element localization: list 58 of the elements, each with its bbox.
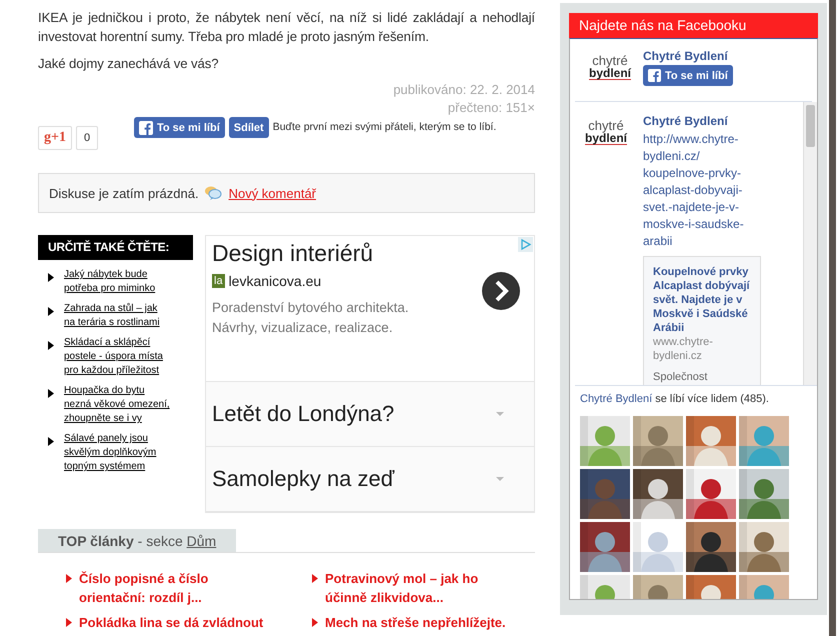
page-name-link[interactable]: Chytré Bydlení — [643, 49, 733, 63]
speech-bubble-icon — [204, 185, 222, 201]
article-paragraph: IKEA je jedničkou i proto, že nábytek není věcí, na níž si lidé zakládají a nehodlají investovat horentní sumy. Třeba pro mladé je proto jasným řešením. — [38, 9, 535, 46]
bullet-icon — [48, 307, 54, 316]
caret-icon — [496, 477, 504, 481]
ad-description: Poradenství bytového architekta. Návrhy, vizualizace, realizace. — [212, 299, 410, 337]
article-link[interactable]: Sálavé panely jsou skvělým doplňkovým topným systémem — [64, 432, 171, 474]
bullet-icon — [66, 574, 72, 583]
widget-header: Najdete nás na Facebooku — [569, 13, 818, 38]
fans-count-text: se líbí více lidem (485). — [655, 393, 769, 405]
article-link[interactable]: Houpačka do bytu nezná věkové omezení, zhoupněte se i vy — [64, 384, 171, 426]
bullet-icon — [48, 273, 54, 282]
page-logo: chytré bydlení — [584, 117, 628, 147]
section-tab[interactable]: TOP články - sekce Dům — [38, 529, 236, 552]
section-heading: URČITĚ TAKÉ ČTĚTE: — [38, 235, 193, 260]
article-link[interactable]: Potravinový mol – jak ho účinně zlikvidova... — [325, 569, 512, 607]
facebook-icon — [648, 69, 661, 82]
article-link[interactable]: Mech na střeše nepřehlížejte. — [325, 613, 506, 632]
bullet-icon — [48, 389, 54, 398]
like-button[interactable]: To se mi líbí — [134, 117, 225, 138]
ad-choices-icon — [518, 237, 533, 252]
page-logo: chytré bydlení — [588, 52, 632, 82]
article-link[interactable]: Číslo popisné a číslo orientační: rozdíl j... — [79, 569, 266, 607]
bullet-icon — [312, 574, 318, 583]
post-author[interactable]: Chytré Bydlení — [643, 114, 761, 128]
share-button[interactable]: Sdílet — [228, 117, 269, 138]
article-link[interactable]: Jaký nábytek bude potřeba pro miminko — [64, 268, 171, 296]
new-comment-link[interactable]: Nový komentář — [228, 186, 316, 200]
publish-date: publikováno: 22. 2. 2014 — [392, 81, 535, 99]
ad-domain: levkanicova.eu — [228, 273, 322, 289]
article-link[interactable]: Pokládka lina se dá zvládnout — [79, 613, 264, 632]
preview-domain: www.chytre-bydleni.cz — [653, 335, 714, 363]
facebook-icon — [139, 120, 153, 134]
bullet-icon — [66, 618, 72, 627]
plus-count: 0 — [76, 126, 98, 150]
scrollbar[interactable] — [803, 102, 817, 385]
discussion-text: Diskuse je zatím prázdná. — [49, 186, 199, 200]
bullet-icon — [48, 341, 54, 350]
read-count: přečteno: 151× — [446, 99, 535, 117]
post-link[interactable]: http://www.chytre-bydleni.cz/ koupelnove-prvky-alcaplast-dobyvaji-svet.-najdete-je-v-moskve-i-saudske-arabii — [643, 131, 755, 250]
bullet-icon — [312, 618, 318, 627]
article-link[interactable]: Skládací a sklápěcí postele - úspora místa pro každou příležitost — [64, 336, 171, 378]
link-preview-card[interactable]: Koupelnové prvky Alcaplast dobývají svět. Najdete je v Moskvě i Saúdské Arábii www.chytre-bydleni.cz Společnost — [643, 256, 761, 385]
bullet-icon — [48, 437, 54, 446]
preview-title: Koupelnové prvky Alcaplast dobývají svět. Najdete je v Moskvě i Saúdské Arábii — [653, 265, 751, 335]
ad-link[interactable]: Samolepky na zeď — [206, 447, 534, 512]
article-link[interactable]: Zahrada na stůl – jak na terária s rostlinami — [64, 302, 171, 330]
ad-link[interactable]: Letět do Londýna? — [206, 382, 534, 447]
like-button[interactable]: To se mi líbí — [643, 65, 733, 86]
caret-icon — [496, 412, 504, 416]
google-plus-button[interactable]: g+1 — [38, 126, 72, 150]
site-badge: la — [212, 274, 225, 288]
like-note: Buďte první mezi svými přáteli, kterým se to líbí. — [272, 121, 496, 133]
ad-title[interactable]: Design interiérů — [212, 240, 528, 267]
article-paragraph: Jaké dojmy zanechává ve vás? — [38, 55, 220, 73]
preview-text: Společnost — [653, 370, 708, 384]
page-name-link[interactable]: Chytré Bydlení — [580, 393, 652, 405]
chevron-right-icon[interactable] — [482, 272, 520, 310]
